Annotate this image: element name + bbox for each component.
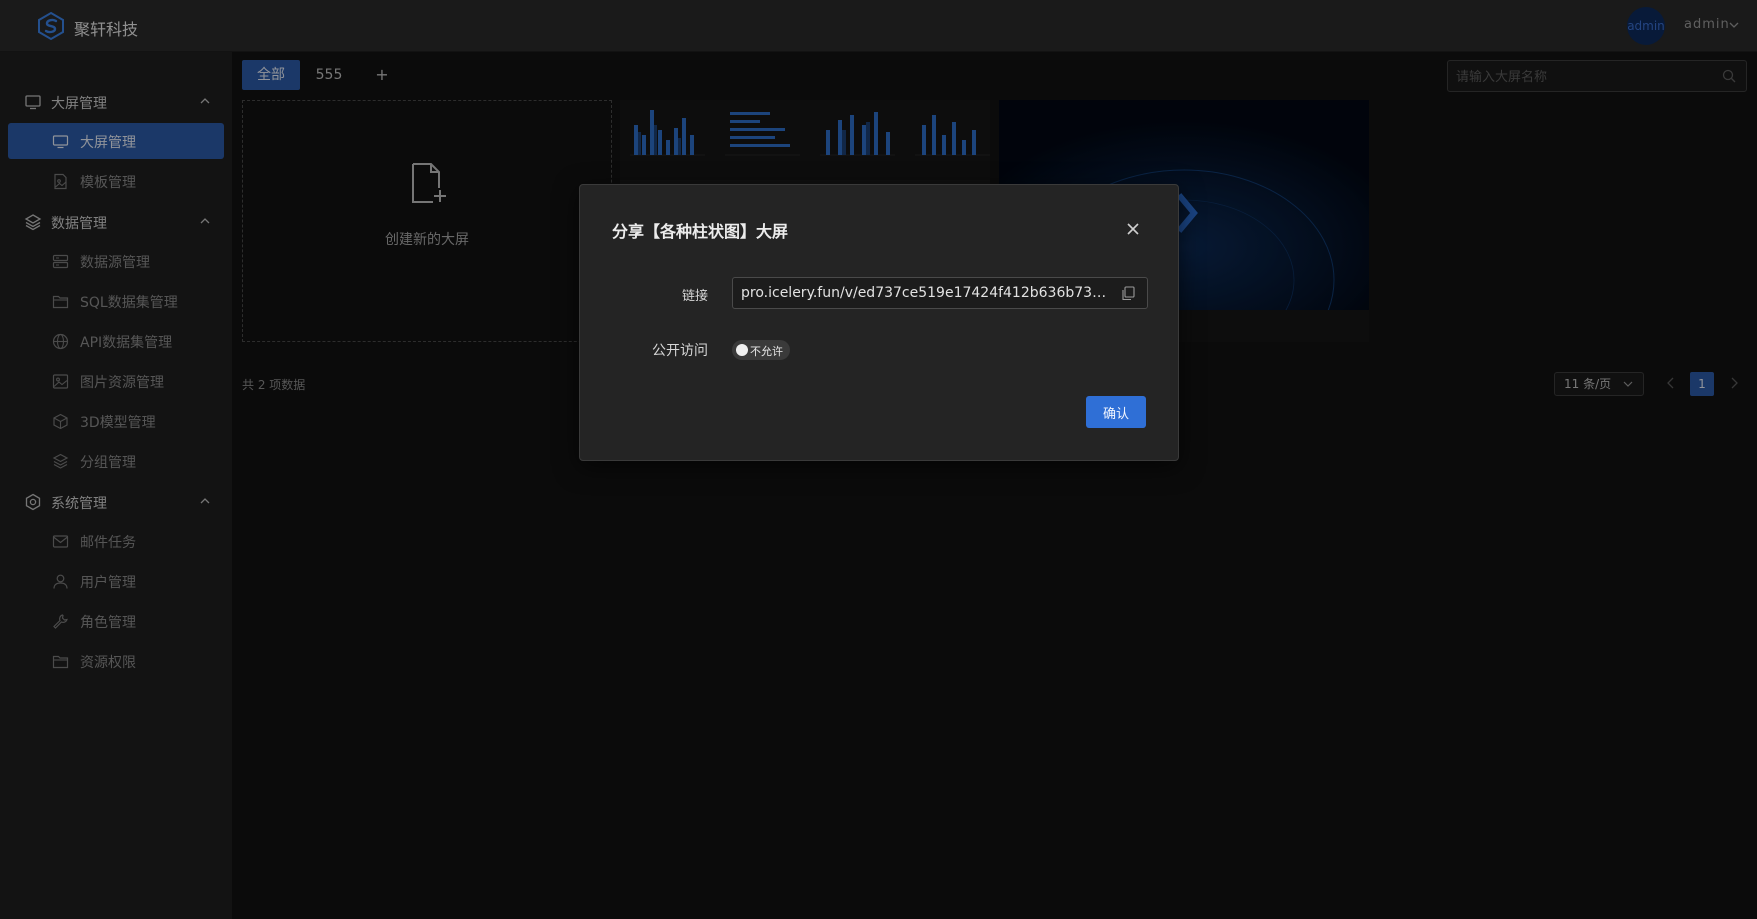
page: 聚轩科技 admin admin 大屏管理 大屏管理 模板管理 数据管理 数据源… [0,0,1757,919]
toggle-knob [736,344,748,356]
copy-icon[interactable] [1121,286,1135,301]
dialog-title: 分享【各种柱状图】大屏 [612,222,789,241]
link-value[interactable]: pro.icelery.fun/v/ed737ce519e17424f412b6… [741,285,1111,301]
toggle-text: 不允许 [750,345,783,358]
public-access-toggle[interactable]: 不允许 [732,340,790,360]
public-access-label: 公开访问 [652,343,708,359]
confirm-button[interactable]: 确认 [1086,396,1146,428]
link-label: 链接 [681,289,708,304]
link-field[interactable]: pro.icelery.fun/v/ed737ce519e17424f412b6… [732,277,1148,309]
close-icon[interactable] [1126,222,1140,236]
share-dialog: 分享【各种柱状图】大屏 链接 pro.icelery.fun/v/ed737ce… [579,184,1179,461]
